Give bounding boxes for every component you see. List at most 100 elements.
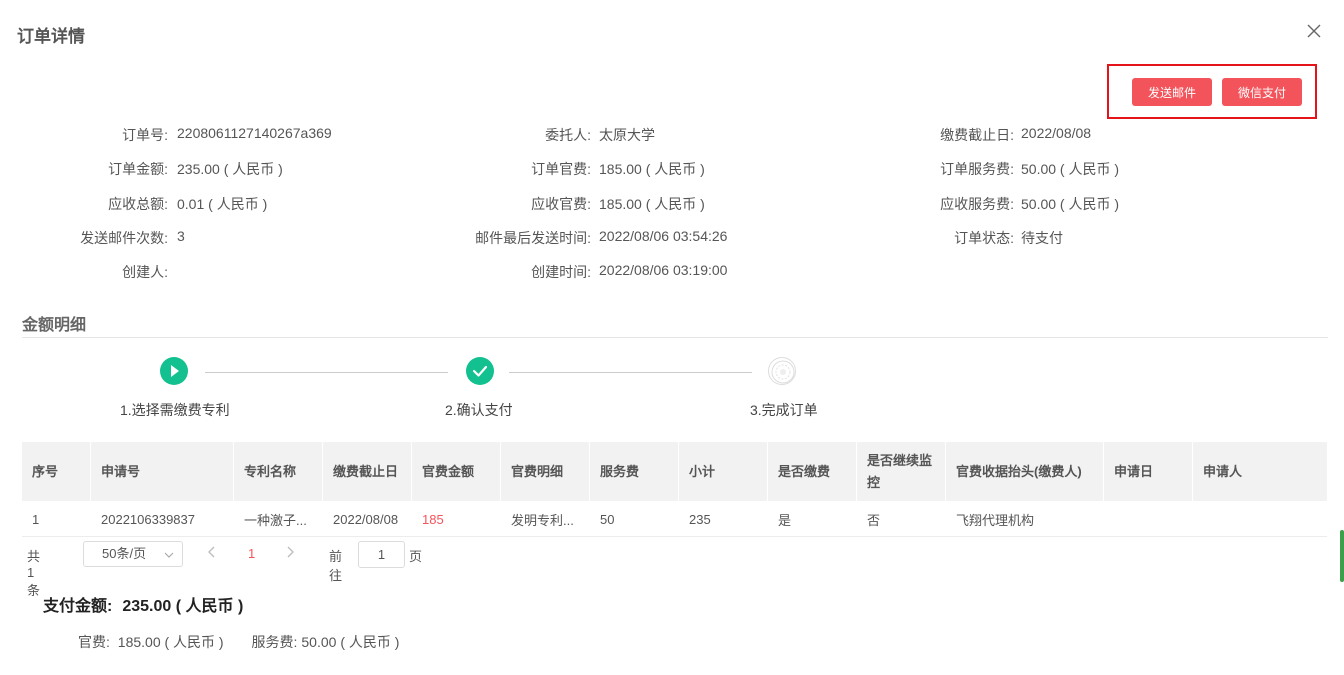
pay-deadline-label: 缴费截止日:	[940, 127, 1014, 143]
table-cell: 185	[422, 511, 444, 527]
order-no-label: 订单号:	[122, 127, 168, 143]
order-status-value: 待支付	[1021, 230, 1063, 246]
table-cell: 235	[689, 511, 711, 527]
info-row: 创建人: 创建时间: 2022/08/06 03:19:00	[0, 262, 1344, 282]
pay-breakdown: 官费: 185.00 ( 人民币 ) 服务费: 50.00 ( 人民币 )	[78, 632, 403, 652]
pay-deadline-value: 2022/08/08	[1021, 125, 1092, 141]
table-cell: 是	[778, 512, 792, 528]
page-size-select[interactable]: 50条/页	[83, 541, 183, 567]
receivable-total-value: 0.01 ( 人民币 )	[177, 196, 268, 212]
pay-total-value: 235.00 ( 人民币 )	[122, 598, 244, 615]
close-icon	[1307, 24, 1321, 38]
receivable-total-label: 应收总额:	[108, 196, 168, 212]
table-header-cell: 申请号	[91, 442, 234, 501]
official-fee-value: 185.00 ( 人民币 )	[117, 634, 224, 650]
chevron-down-icon	[164, 552, 174, 558]
pager-total: 共 1 条	[27, 549, 41, 598]
table-header-cell: 缴费截止日	[323, 442, 412, 501]
step-3-icon	[768, 357, 796, 385]
next-page-button[interactable]	[285, 546, 295, 561]
table-header-cell: 序号	[22, 442, 91, 501]
step-2-icon	[466, 357, 494, 385]
side-scroll-handle[interactable]	[1340, 530, 1344, 582]
receivable-service-value: 50.00 ( 人民币 )	[1021, 196, 1120, 212]
close-button[interactable]	[1306, 23, 1326, 43]
order-status-label: 订单状态:	[954, 230, 1014, 246]
table-cell: 发明专利...	[511, 512, 574, 528]
official-fee-label: 官费:	[78, 634, 110, 650]
client-label: 委托人:	[545, 127, 591, 143]
client-value: 太原大学	[599, 127, 655, 143]
step-3-label: 3.完成订单	[750, 402, 818, 418]
email-count-value: 3	[177, 228, 185, 244]
info-row: 订单号: 2208061127140267a369 委托人: 太原大学 缴费截止…	[0, 125, 1344, 145]
chevron-right-icon	[287, 546, 294, 558]
info-row: 订单金额: 235.00 ( 人民币 ) 订单官费: 185.00 ( 人民币 …	[0, 159, 1344, 179]
receivable-official-value: 185.00 ( 人民币 )	[599, 196, 705, 212]
action-highlight-box: 发送邮件 微信支付	[1107, 64, 1317, 119]
step-1-label: 1.选择需缴费专利	[120, 402, 230, 418]
table-cell: 50	[600, 511, 615, 527]
table-header-cell: 专利名称	[234, 442, 323, 501]
info-row: 应收总额: 0.01 ( 人民币 ) 应收官费: 185.00 ( 人民币 ) …	[0, 194, 1344, 214]
table-cell: 1	[32, 511, 40, 527]
service-fee-label: 服务费:	[251, 634, 298, 650]
table-header-cell: 小计	[679, 442, 768, 501]
table-row[interactable]: 1 2022106339837 一种激子... 2022/08/08 185 发…	[22, 501, 1327, 537]
email-count-label: 发送邮件次数:	[80, 230, 168, 246]
order-amount-label: 订单金额:	[108, 161, 168, 177]
info-row: 发送邮件次数: 3 邮件最后发送时间: 2022/08/06 03:54:26 …	[0, 228, 1344, 248]
play-icon	[171, 365, 179, 377]
check-icon	[472, 365, 488, 377]
order-amount-value: 235.00 ( 人民币 )	[177, 161, 283, 177]
service-fee-value: 50.00 ( 人民币 )	[301, 634, 400, 650]
table-cell	[1104, 501, 1193, 537]
table-header: 序号 申请号 专利名称 缴费截止日 官费金额 官费明细 服务费 小计 是否缴费 …	[22, 442, 1327, 501]
step-connector	[509, 372, 752, 373]
email-last-time-label: 邮件最后发送时间:	[475, 230, 591, 246]
created-time-label: 创建时间:	[531, 264, 591, 280]
goto-page-input[interactable]	[358, 541, 405, 568]
table-cell	[1193, 501, 1327, 537]
table-cell: 2022/08/08	[333, 511, 399, 527]
order-no-value: 2208061127140267a369	[177, 125, 332, 141]
section-title: 金额明细	[22, 317, 87, 334]
created-time-value: 2022/08/06 03:19:00	[599, 262, 728, 278]
table-cell: 2022106339837	[101, 511, 195, 527]
send-email-button[interactable]: 发送邮件	[1132, 78, 1212, 106]
order-official-fee-value: 185.00 ( 人民币 )	[599, 161, 705, 177]
receivable-official-label: 应收官费:	[531, 196, 591, 212]
order-service-fee-value: 50.00 ( 人民币 )	[1021, 161, 1120, 177]
table-header-cell: 官费收据抬头(缴费人)	[946, 442, 1104, 501]
divider	[22, 337, 1328, 338]
table-header-cell: 申请人	[1203, 463, 1243, 479]
step-connector	[205, 372, 448, 373]
wechat-pay-button[interactable]: 微信支付	[1222, 78, 1302, 106]
chevron-left-icon	[208, 546, 215, 558]
order-service-fee-label: 订单服务费:	[940, 161, 1014, 177]
pay-total-label: 支付金额:	[43, 598, 113, 615]
goto-label: 前往	[329, 549, 343, 583]
table-header-cell: 申请日	[1104, 442, 1193, 501]
pay-total: 支付金额: 235.00 ( 人民币 )	[43, 592, 243, 616]
table-cell: 否	[867, 512, 881, 528]
dialog-title: 订单详情	[17, 27, 85, 46]
order-official-fee-label: 订单官费:	[531, 161, 591, 177]
page-number[interactable]: 1	[248, 546, 255, 561]
page-size-value: 50条/页	[102, 546, 147, 561]
table-header-cell: 是否缴费	[768, 442, 857, 501]
email-last-time-value: 2022/08/06 03:54:26	[599, 228, 728, 244]
table-cell: 一种激子...	[244, 512, 307, 528]
step-1-icon	[160, 357, 188, 385]
receivable-service-label: 应收服务费:	[940, 196, 1014, 212]
table-cell: 飞翔代理机构	[956, 512, 1035, 528]
table-header-cell: 官费明细	[501, 442, 590, 501]
table-header-cell: 服务费	[590, 442, 679, 501]
table-header-cell: 官费金额	[412, 442, 501, 501]
table-header-cell: 是否继续监控	[857, 442, 946, 501]
step-2-label: 2.确认支付	[445, 402, 513, 418]
prev-page-button[interactable]	[207, 546, 217, 561]
seal-icon	[771, 360, 795, 384]
creator-label: 创建人:	[122, 264, 168, 280]
page-suffix: 页	[409, 549, 423, 564]
